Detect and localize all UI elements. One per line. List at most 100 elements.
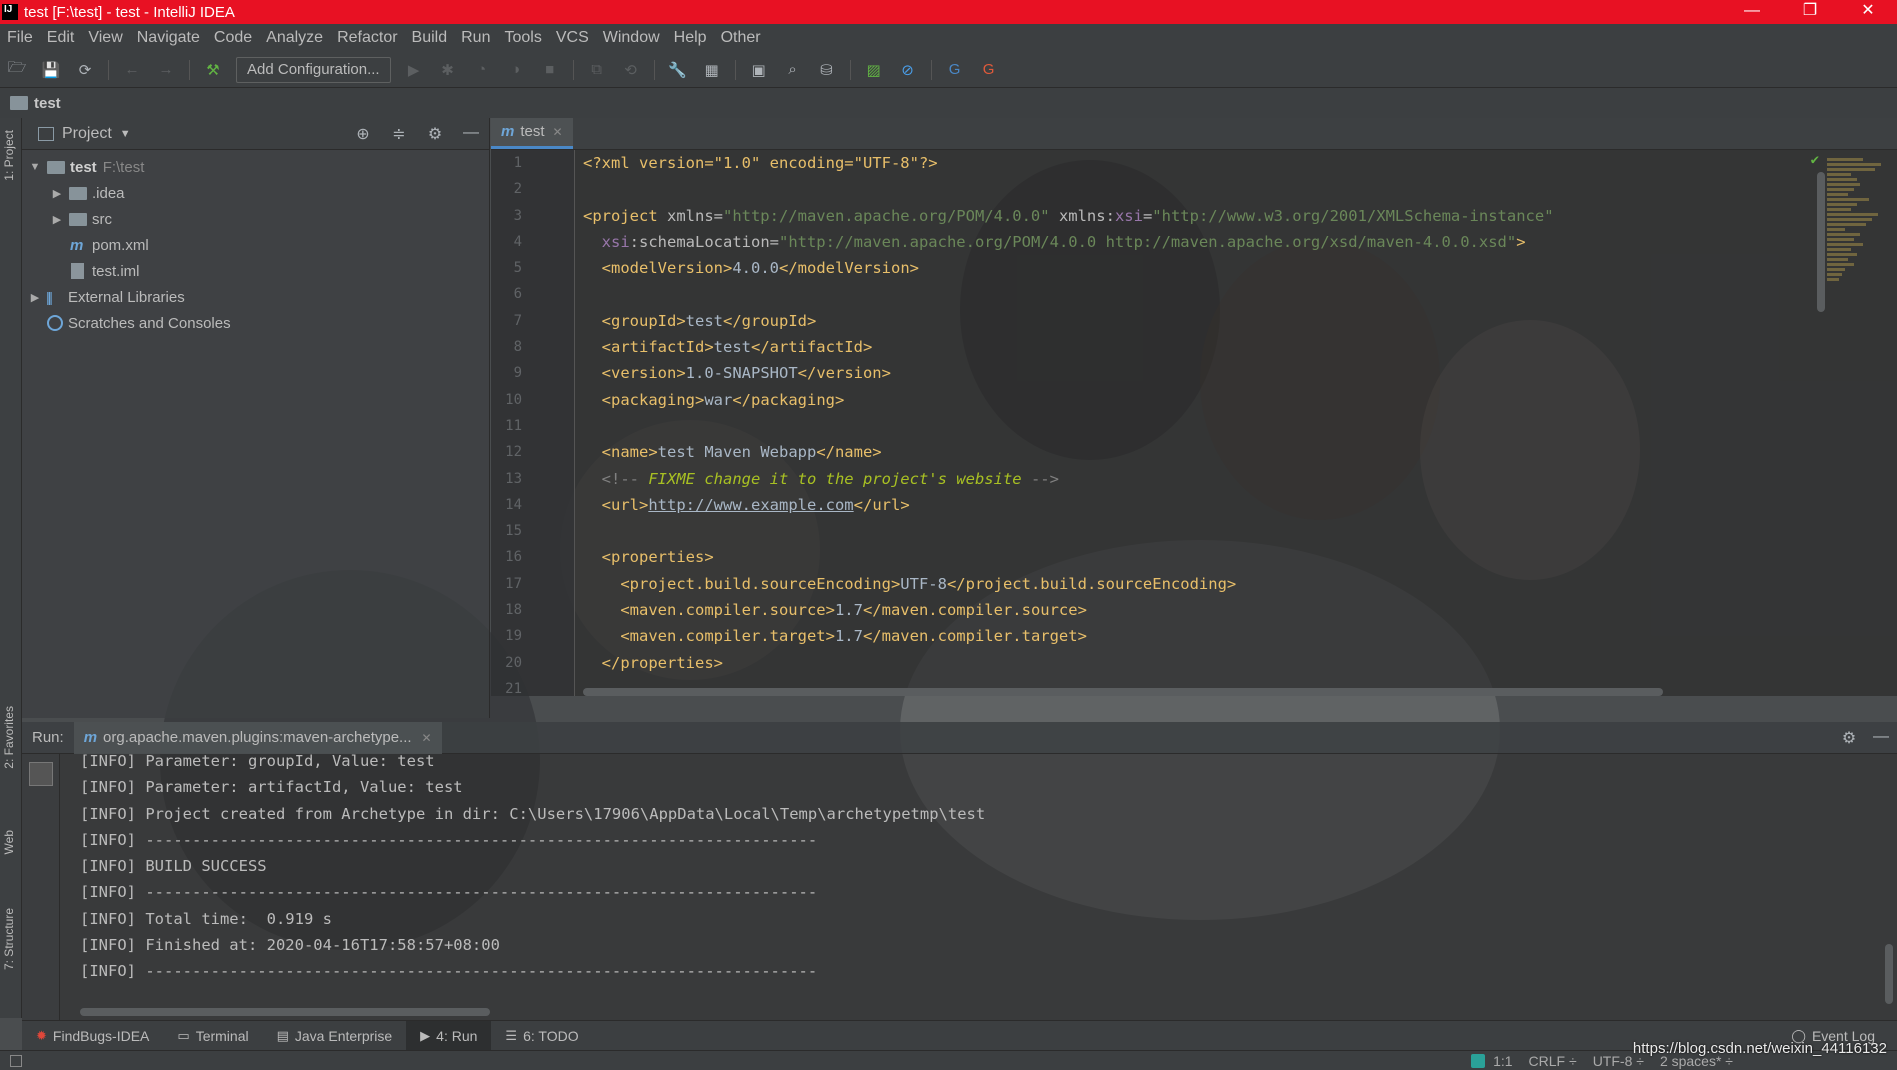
close-button[interactable]: ✕ xyxy=(1839,0,1897,24)
tree-node-iml[interactable]: test.iml xyxy=(22,258,489,284)
findbugs-tool-button[interactable]: ✹ FindBugs-IDEA xyxy=(22,1021,163,1051)
line-separator[interactable]: CRLF ÷ xyxy=(1529,1053,1577,1069)
structure-tool-tab[interactable]: 7: Structure xyxy=(2,908,16,970)
menu-vcs[interactable]: VCS xyxy=(549,29,596,47)
debug-icon[interactable]: ✱ xyxy=(437,59,459,81)
menu-build[interactable]: Build xyxy=(405,29,455,47)
tool-button-label: Java Enterprise xyxy=(294,1027,393,1044)
project-tool-tab[interactable]: 1: Project xyxy=(2,130,16,181)
chevron-down-icon[interactable]: ▼ xyxy=(120,128,131,140)
menu-run[interactable]: Run xyxy=(454,29,497,47)
editor-text-area[interactable]: 1 2 3 4 5 6 7 8 9 10 11 12 13 14 15 16 1… xyxy=(491,150,1897,697)
tree-node-src[interactable]: ▶ src xyxy=(22,206,489,232)
collapsed-arrow-icon[interactable]: ▶ xyxy=(50,187,64,200)
maximize-button[interactable]: ❐ xyxy=(1781,0,1839,24)
line-number: 1 xyxy=(513,155,522,171)
xml-text: 4.0.0 xyxy=(732,259,779,278)
expand-arrow-icon[interactable]: ▼ xyxy=(28,161,42,173)
favorites-tool-tab[interactable]: 2: Favorites xyxy=(2,706,16,769)
update-icon[interactable]: ⟲ xyxy=(620,59,642,81)
collapsed-arrow-icon[interactable]: ▶ xyxy=(28,291,42,304)
breadcrumb-project[interactable]: test xyxy=(34,95,61,112)
run-tool-button[interactable]: ▶ 4: Run xyxy=(406,1020,492,1051)
console-horizontal-scrollbar[interactable] xyxy=(80,1008,490,1016)
editor-tab-pom[interactable]: m test ✕ xyxy=(491,117,573,149)
settings-wrench-icon[interactable]: 🔧 xyxy=(667,59,689,81)
stop-icon[interactable]: ■ xyxy=(539,59,561,81)
gear-icon[interactable]: ⚙ xyxy=(417,124,453,144)
tree-node-root[interactable]: ▼ test F:\test xyxy=(22,154,489,180)
forward-arrow-icon[interactable]: → xyxy=(155,59,177,81)
translate-replace-icon[interactable]: G xyxy=(978,59,1000,81)
menu-help[interactable]: Help xyxy=(667,29,714,47)
java-enterprise-icon: ▤ xyxy=(276,1027,289,1043)
menu-file[interactable]: File xyxy=(0,29,40,47)
java-enterprise-tool-button[interactable]: ▤ Java Enterprise xyxy=(263,1021,407,1051)
tree-node-idea[interactable]: ▶ .idea xyxy=(22,180,489,206)
console-output[interactable]: [INFO] Parameter: groupId, Value: test [… xyxy=(80,748,985,985)
toolbar-separator xyxy=(108,59,109,80)
open-folder-icon[interactable]: 🗁 xyxy=(6,59,28,81)
profile-icon[interactable]: ◑ xyxy=(505,59,527,81)
hide-panel-icon[interactable]: — xyxy=(453,124,489,144)
menu-other[interactable]: Other xyxy=(714,29,768,47)
code-line: <artifactId>test</artifactId> xyxy=(583,334,1837,360)
menu-code[interactable]: Code xyxy=(207,29,259,47)
run-icon[interactable]: ▶ xyxy=(403,59,425,81)
back-arrow-icon[interactable]: ← xyxy=(121,59,143,81)
xml-tag: </groupId> xyxy=(723,311,817,330)
terminal-window-icon[interactable]: ▣ xyxy=(748,59,770,81)
project-panel: Project ▼ ⊕ ≑ ⚙ — ▼ test F:\test ▶ .idea… xyxy=(22,118,490,718)
add-configuration-button[interactable]: Add Configuration... xyxy=(236,56,391,83)
console-vertical-scrollbar[interactable] xyxy=(1885,944,1893,1004)
hide-panel-icon[interactable]: — xyxy=(1865,728,1897,748)
minimize-button[interactable]: — xyxy=(1723,0,1781,24)
restore-layout-icon[interactable] xyxy=(29,762,53,786)
collapse-all-icon[interactable]: ≑ xyxy=(381,124,417,144)
terminal-icon: ▭ xyxy=(177,1027,190,1043)
gear-icon[interactable]: ⚙ xyxy=(1833,728,1865,748)
line-number: 6 xyxy=(513,286,522,303)
code-minimap[interactable] xyxy=(1827,156,1887,416)
translate-icon[interactable]: G xyxy=(944,59,966,81)
save-all-icon[interactable]: 💾 xyxy=(40,59,62,81)
menu-window[interactable]: Window xyxy=(596,29,667,47)
editor-horizontal-scrollbar[interactable] xyxy=(583,688,1663,696)
terminal-status-icon[interactable] xyxy=(1471,1053,1486,1068)
locate-target-icon[interactable]: ⊕ xyxy=(345,124,381,144)
code-line: <maven.compiler.source>1.7</maven.compil… xyxy=(583,597,1837,623)
console-line: [INFO] Finished at: 2020-04-16T17:58:57+… xyxy=(80,936,500,955)
terminal-tool-button[interactable]: ▭ Terminal xyxy=(163,1021,262,1051)
menu-refactor[interactable]: Refactor xyxy=(330,29,404,47)
menu-edit[interactable]: Edit xyxy=(40,29,82,47)
project-structure-icon[interactable]: ▦ xyxy=(701,59,723,81)
close-tab-icon[interactable]: ✕ xyxy=(553,125,563,139)
xml-text: UTF-8 xyxy=(900,574,947,593)
menu-view[interactable]: View xyxy=(81,29,129,47)
activity-monitor-icon[interactable]: ▨ xyxy=(863,59,885,81)
tree-node-scratches[interactable]: Scratches and Consoles xyxy=(22,310,489,336)
todo-tool-button[interactable]: ☰ 6: TODO xyxy=(491,1021,592,1051)
menu-tools[interactable]: Tools xyxy=(497,29,548,47)
database-icon[interactable]: ⛁ xyxy=(816,59,838,81)
tree-node-external-libraries[interactable]: ▶ ||| External Libraries xyxy=(22,284,489,310)
toggle-tool-windows-icon[interactable] xyxy=(10,1054,22,1067)
web-tool-tab[interactable]: Web xyxy=(2,830,16,854)
build-hammer-icon[interactable]: ⚒ xyxy=(202,59,224,81)
tree-node-pom[interactable]: m pom.xml xyxy=(22,232,489,258)
menu-navigate[interactable]: Navigate xyxy=(130,29,207,47)
editor-vertical-scrollbar[interactable] xyxy=(1817,172,1825,312)
caret-position[interactable]: 1:1 xyxy=(1493,1053,1512,1069)
search-icon[interactable]: ⌕ xyxy=(782,59,804,81)
url-link[interactable]: http://www.example.com xyxy=(648,496,853,514)
xml-text: test xyxy=(685,311,723,330)
project-panel-title[interactable]: Project xyxy=(62,125,112,143)
no-power-save-icon[interactable]: ⊘ xyxy=(897,59,919,81)
attach-icon[interactable]: ⧉ xyxy=(586,59,608,81)
inspection-ok-icon[interactable]: ✔ xyxy=(1811,152,1819,168)
close-tab-icon[interactable]: ✕ xyxy=(422,731,432,745)
sync-icon[interactable]: ⟳ xyxy=(74,59,96,81)
coverage-icon[interactable]: ◔ xyxy=(471,59,493,81)
menu-analyze[interactable]: Analyze xyxy=(259,29,330,47)
collapsed-arrow-icon[interactable]: ▶ xyxy=(50,213,64,226)
